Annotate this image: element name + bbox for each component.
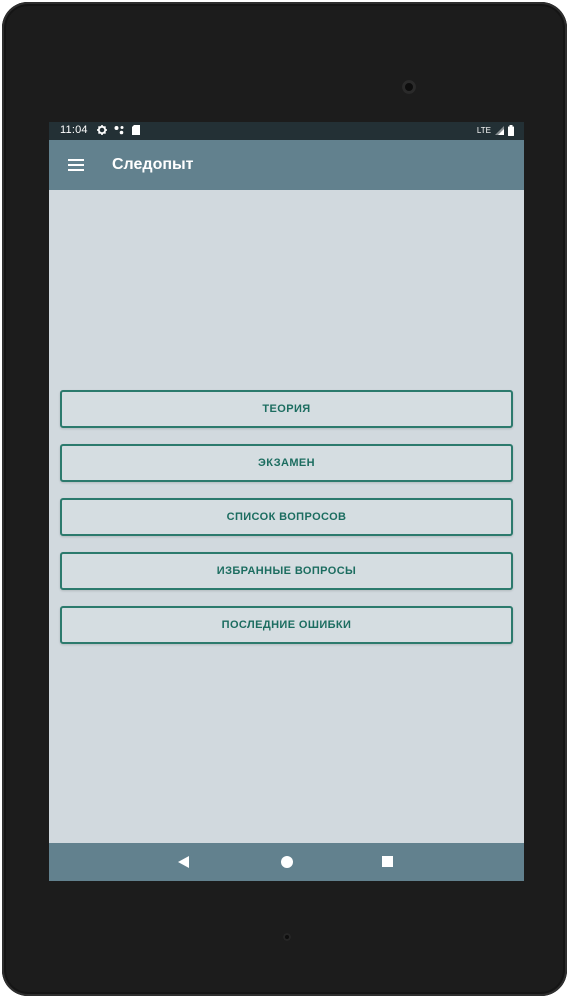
battery-icon (508, 125, 514, 136)
tablet-device-frame: 11:04 LTE Следопыт ТЕОРИЯ ЭКЗАМЕН СПИСОК… (2, 2, 567, 996)
network-type: LTE (476, 126, 491, 135)
status-system-icons: LTE (477, 125, 514, 136)
sd-card-icon (132, 125, 140, 135)
front-camera (402, 80, 416, 94)
hamburger-menu-icon (68, 159, 84, 171)
system-navigation-bar (49, 843, 524, 881)
screen: 11:04 LTE Следопыт ТЕОРИЯ ЭКЗАМЕН СПИСОК… (49, 122, 524, 881)
light-sensor (283, 933, 291, 941)
question-list-button[interactable]: СПИСОК ВОПРОСОВ (60, 498, 513, 536)
recent-mistakes-button[interactable]: ПОСЛЕДНИЕ ОШИБКИ (60, 606, 513, 644)
back-icon[interactable] (178, 856, 189, 868)
settings-gear-icon (97, 125, 107, 135)
app-bar: Следопыт (49, 140, 524, 190)
home-icon[interactable] (281, 856, 293, 868)
favorite-questions-button[interactable]: ИЗБРАННЫЕ ВОПРОСЫ (60, 552, 513, 590)
exam-button[interactable]: ЭКЗАМЕН (60, 444, 513, 482)
status-time: 11:04 (60, 124, 88, 136)
assistant-dots-icon (114, 126, 124, 135)
status-notification-icons (97, 125, 140, 135)
theory-button[interactable]: ТЕОРИЯ (60, 390, 513, 428)
main-menu: ТЕОРИЯ ЭКЗАМЕН СПИСОК ВОПРОСОВ ИЗБРАННЫЕ… (49, 190, 524, 843)
recents-icon[interactable] (382, 856, 393, 867)
app-title: Следопыт (112, 156, 194, 173)
status-bar: 11:04 LTE (49, 122, 524, 140)
signal-strength-icon (495, 126, 504, 135)
hamburger-menu-button[interactable] (61, 151, 91, 179)
